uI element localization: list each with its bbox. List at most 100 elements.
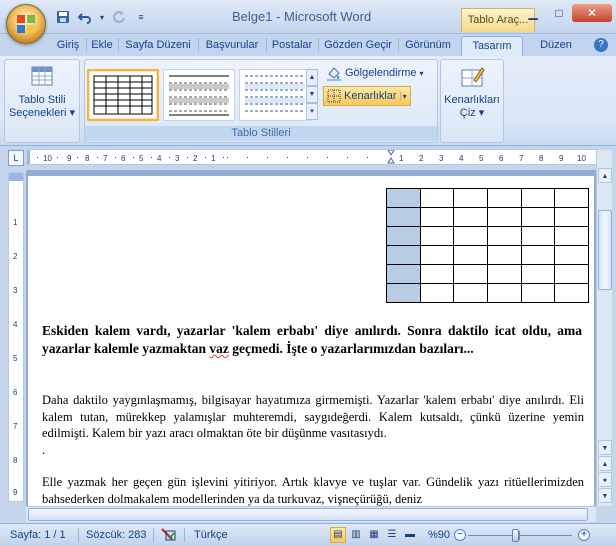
- table-cell[interactable]: [520, 245, 556, 265]
- table-cell[interactable]: [486, 245, 522, 265]
- horizontal-ruler[interactable]: 10 9 8 7 6 5 4 3 2 1 1 2 3 4 5 6 7 8 9 10: [27, 149, 597, 165]
- tab-gozden-gecir[interactable]: Gözden Geçir: [319, 36, 397, 56]
- tab-ekle[interactable]: Ekle: [87, 36, 117, 56]
- outline-icon[interactable]: ☰: [384, 527, 400, 543]
- table-cell[interactable]: [453, 207, 488, 227]
- tab-selector[interactable]: L: [8, 150, 24, 166]
- table-cell[interactable]: [486, 226, 522, 246]
- table-cell[interactable]: [486, 207, 522, 227]
- zoom-in-icon[interactable]: +: [578, 529, 590, 541]
- horizontal-scrollbar[interactable]: [26, 506, 596, 522]
- browse-object-icon[interactable]: ●: [598, 472, 612, 487]
- scroll-down-icon[interactable]: ▼: [598, 440, 612, 455]
- table-cell[interactable]: [419, 245, 455, 265]
- svg-text:1: 1: [211, 154, 216, 163]
- tab-postalar[interactable]: Postalar: [267, 36, 317, 56]
- maximize-icon[interactable]: □: [546, 4, 572, 22]
- help-icon[interactable]: ?: [594, 38, 608, 52]
- document-paragraph[interactable]: Elle yazmak her geçen gün işlevini yitir…: [42, 474, 584, 506]
- table-style-light-shading[interactable]: [163, 69, 235, 121]
- table-cell[interactable]: [386, 264, 421, 284]
- tab-duzen[interactable]: Düzen: [530, 36, 582, 56]
- qat-dropdown-icon[interactable]: ≡: [132, 8, 150, 26]
- print-layout-icon[interactable]: ▤: [330, 527, 346, 543]
- table-cell[interactable]: [554, 264, 589, 284]
- tab-tasarim[interactable]: Tasarım: [461, 36, 523, 56]
- gallery-down-icon[interactable]: ▼: [306, 86, 318, 103]
- document-table[interactable]: [386, 188, 589, 303]
- close-icon[interactable]: ✕: [572, 4, 612, 22]
- shading-dropdown-icon[interactable]: ▾: [420, 69, 424, 78]
- table-cell[interactable]: [419, 264, 455, 284]
- redo-icon[interactable]: [110, 8, 128, 26]
- borders-button[interactable]: Kenarlıklar ▾: [323, 86, 411, 106]
- proofing-icon[interactable]: [160, 527, 178, 546]
- draft-icon[interactable]: ▬: [402, 527, 418, 543]
- gallery-up-icon[interactable]: ▲: [306, 69, 318, 86]
- vertical-scroll-thumb[interactable]: [598, 210, 612, 290]
- table-cell[interactable]: [419, 188, 455, 208]
- shading-button[interactable]: Gölgelendirme ▾: [323, 63, 427, 83]
- draw-borders-button[interactable]: Kenarlıkları Çiz ▾: [443, 64, 501, 120]
- table-cell[interactable]: [453, 264, 488, 284]
- table-cell[interactable]: [419, 226, 455, 246]
- page-count[interactable]: Sayfa: 1 / 1: [10, 529, 66, 541]
- tab-basvurular[interactable]: Başvurular: [199, 36, 265, 56]
- table-cell[interactable]: [486, 283, 522, 303]
- table-cell[interactable]: [386, 283, 421, 303]
- zoom-level[interactable]: %90: [428, 529, 450, 541]
- table-cell[interactable]: [554, 226, 589, 246]
- table-cell[interactable]: [453, 188, 488, 208]
- table-cell[interactable]: [419, 207, 455, 227]
- table-style-light-list[interactable]: [239, 69, 311, 121]
- document-heading[interactable]: Eskiden kalem vardı, yazarlar 'kalem erb…: [42, 322, 582, 358]
- table-cell[interactable]: [554, 245, 589, 265]
- table-cell[interactable]: [453, 226, 488, 246]
- zoom-slider-track[interactable]: [468, 535, 572, 536]
- minimize-icon[interactable]: ▁: [520, 4, 546, 22]
- table-cell[interactable]: [386, 245, 421, 265]
- table-style-options-button[interactable]: Tablo Stili Seçenekleri ▾: [7, 64, 77, 120]
- zoom-out-icon[interactable]: −: [454, 529, 466, 541]
- undo-dropdown-icon[interactable]: ▾: [98, 8, 106, 26]
- document-page[interactable]: Eskiden kalem vardı, yazarlar 'kalem erb…: [28, 176, 594, 506]
- table-cell[interactable]: [419, 283, 455, 303]
- scroll-up-icon[interactable]: ▲: [598, 168, 612, 183]
- save-icon[interactable]: [54, 8, 72, 26]
- table-cell[interactable]: [386, 188, 421, 208]
- document-paragraph[interactable]: Daha daktilo yaygınlaşmamış, bilgisayar …: [42, 392, 584, 442]
- language-indicator[interactable]: Türkçe: [194, 529, 228, 541]
- table-cell[interactable]: [520, 283, 556, 303]
- table-cell[interactable]: [554, 188, 589, 208]
- vertical-scrollbar[interactable]: ▲ ▼ ▲ ● ▼: [596, 150, 612, 506]
- borders-dropdown-icon[interactable]: ▾: [399, 91, 407, 101]
- tab-giris[interactable]: Giriş: [50, 36, 86, 56]
- table-cell[interactable]: [453, 245, 488, 265]
- table-cell[interactable]: [520, 264, 556, 284]
- zoom-slider-thumb[interactable]: [512, 529, 519, 542]
- web-layout-icon[interactable]: ▦: [366, 527, 382, 543]
- table-cell[interactable]: [554, 207, 589, 227]
- tab-sayfa-duzeni[interactable]: Sayfa Düzeni: [119, 36, 197, 56]
- table-cell[interactable]: [386, 207, 421, 227]
- tab-gorunum[interactable]: Görünüm: [399, 36, 457, 56]
- vertical-ruler[interactable]: 1 2 3 4 5 6 7 8 9: [8, 172, 24, 502]
- table-cell[interactable]: [520, 188, 556, 208]
- table-cell[interactable]: [520, 207, 556, 227]
- office-button-icon[interactable]: [6, 4, 46, 44]
- table-cell[interactable]: [554, 283, 589, 303]
- prev-page-icon[interactable]: ▲: [598, 456, 612, 471]
- horizontal-scroll-thumb[interactable]: [28, 508, 588, 521]
- table-style-grid[interactable]: [87, 69, 159, 121]
- table-cell[interactable]: [486, 188, 522, 208]
- table-cell[interactable]: [520, 226, 556, 246]
- gallery-more-icon[interactable]: ▾: [306, 103, 318, 120]
- table-cell[interactable]: [386, 226, 421, 246]
- table-cell[interactable]: [486, 264, 522, 284]
- spelling-error-word[interactable]: vaz: [209, 341, 229, 356]
- full-screen-reading-icon[interactable]: ▥: [348, 527, 364, 543]
- undo-icon[interactable]: [76, 8, 94, 26]
- table-cell[interactable]: [453, 283, 488, 303]
- next-page-icon[interactable]: ▼: [598, 488, 612, 503]
- word-count[interactable]: Sözcük: 283: [86, 529, 147, 541]
